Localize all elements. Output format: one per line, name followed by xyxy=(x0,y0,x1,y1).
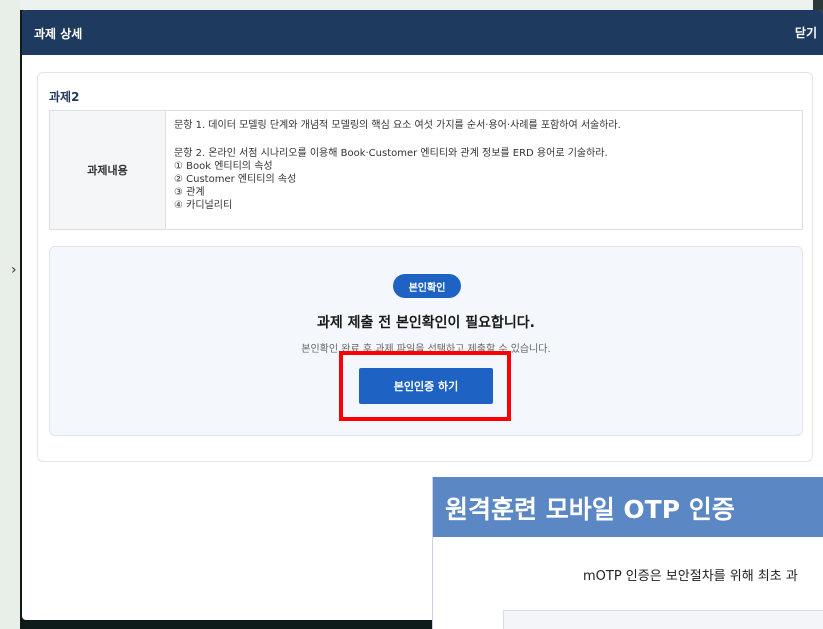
close-button[interactable]: 닫기 xyxy=(795,24,817,41)
question-1: 문항 1. 데이터 모델링 단계와 개념적 모델링의 핵심 요소 여섯 가지를 … xyxy=(174,120,621,131)
chevron-right-icon: › xyxy=(11,262,17,278)
question-2-item-2: ② Customer 엔티티의 속성 xyxy=(174,174,297,185)
otp-description: mOTP 인증은 보안절차를 위해 최초 과 xyxy=(583,569,798,584)
otp-popup-window: 원격훈련 모바일 OTP 인증 mOTP 인증은 보안절차를 위해 최초 과 xyxy=(432,477,823,629)
question-2-item-1: ① Book 엔티티의 속성 xyxy=(174,161,273,172)
verification-heading: 과제 제출 전 본인확인이 필요합니다. xyxy=(316,315,535,331)
question-2: 문항 2. 온라인 서점 시나리오를 이용해 Book·Customer 엔티티… xyxy=(174,148,608,159)
verification-badge: 본인확인 xyxy=(393,274,461,298)
otp-title: 원격훈련 모바일 OTP 인증 xyxy=(445,495,735,524)
assignment-content-table: 과제내용 문항 1. 데이터 모델링 단계와 개념적 모델링의 핵심 요소 여섯… xyxy=(49,110,803,230)
highlight-annotation xyxy=(339,351,511,421)
background-left-strip xyxy=(0,0,20,629)
background-top-strip xyxy=(0,0,823,10)
assignment-content: 문항 1. 데이터 모델링 단계와 개념적 모델링의 핵심 요소 여섯 가지를 … xyxy=(174,119,794,212)
question-2-item-3: ③ 관계 xyxy=(174,187,205,198)
modal-title: 과제 상세 xyxy=(34,27,83,41)
content-header: 과제내용 xyxy=(50,111,166,229)
otp-header: 원격훈련 모바일 OTP 인증 xyxy=(433,477,823,537)
question-2-item-4: ④ 카디널리티 xyxy=(174,200,233,211)
otp-input-area xyxy=(503,610,823,629)
assignment-name: 과제2 xyxy=(49,90,80,104)
modal-header: 과제 상세 닫기 xyxy=(22,10,823,55)
